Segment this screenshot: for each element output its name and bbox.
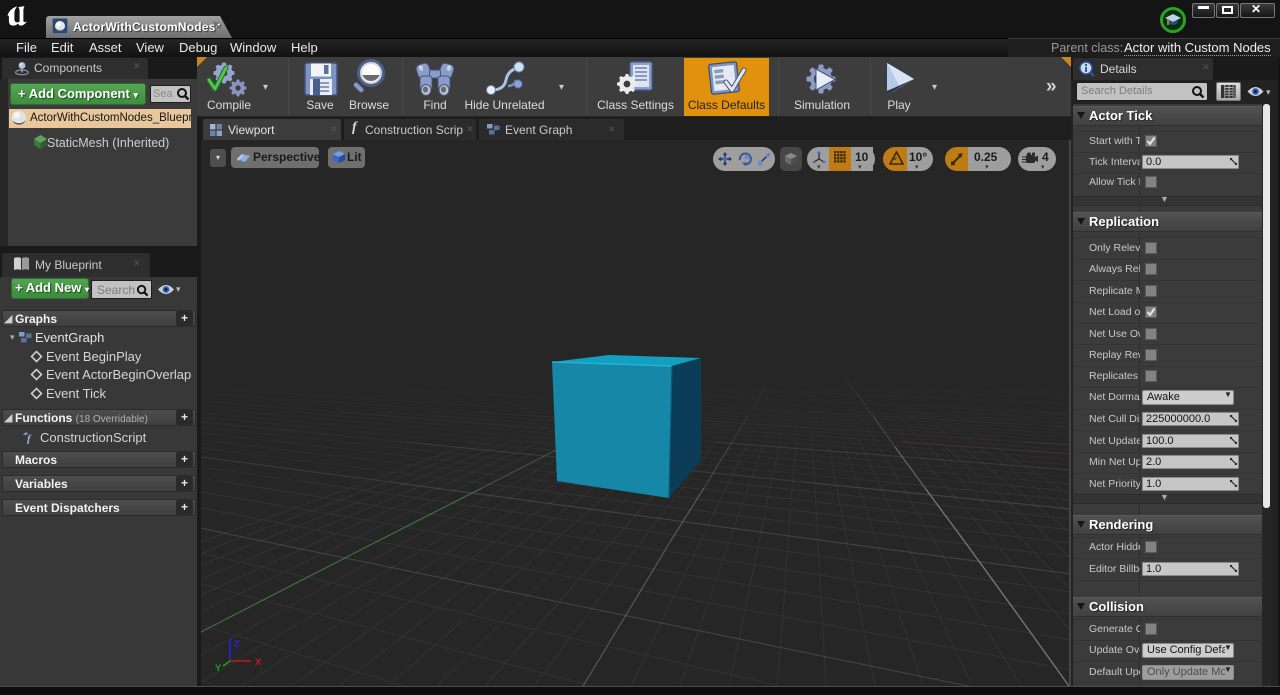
svg-text:Y: Y [215,663,222,674]
svg-text:f: f [27,433,32,444]
svg-text:Z: Z [234,639,240,650]
svg-text:X: X [255,657,262,668]
